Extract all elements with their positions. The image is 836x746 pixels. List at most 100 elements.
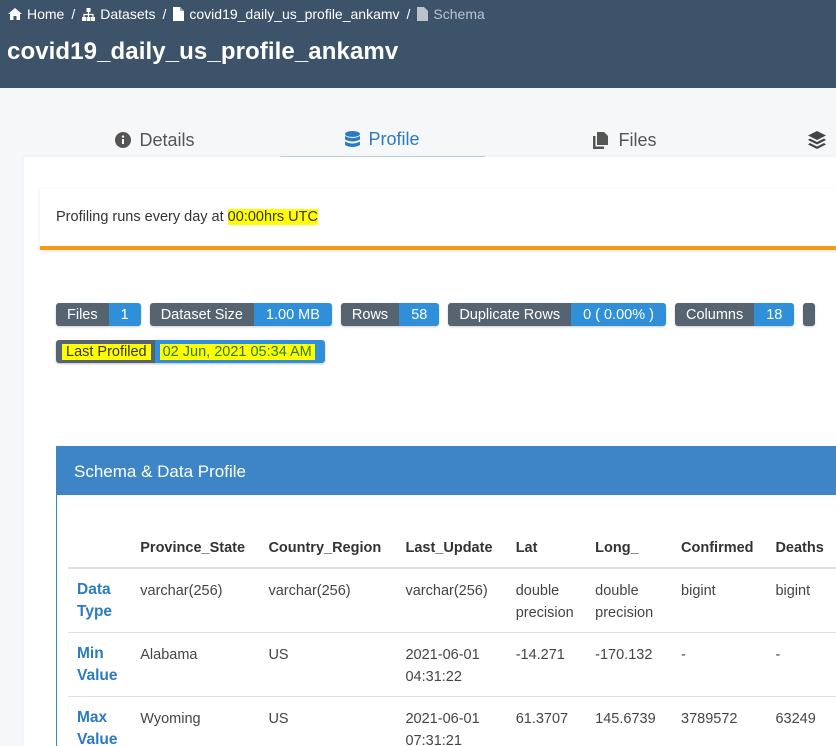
row-header-line: Value [77,731,118,746]
cell-line: double [595,583,639,599]
table-cell: -170.132 [586,632,673,697]
tab-files[interactable]: Files [530,122,720,158]
breadcrumb-home-label: Home [27,6,65,22]
last-profiled-label: Last Profiled [62,343,151,360]
cell-line: 07:31:21 [405,733,462,746]
table-row: Data Type varchar(256) varchar(256) varch… [68,567,836,633]
breadcrumb-datasets-label: Datasets [100,6,156,22]
layers-icon [808,131,826,149]
breadcrumb: Home / Datasets / covid19_daily_us_profi… [8,6,485,22]
tab-profile-label: Profile [368,128,420,149]
stat-value: 58 [399,303,440,326]
breadcrumb-separator: / [162,6,167,22]
stats-badges: Files 1 Dataset Size 1.00 MB Rows 58 Dup… [56,303,816,326]
table-cell: 2021-06-01 04:31:22 [396,632,507,697]
column-header: Confirmed [672,528,767,569]
table-cell: bigint [672,567,767,633]
column-header: Last_Update [396,528,507,569]
file-icon [173,7,185,21]
column-header: Country_Region [259,528,397,569]
stat-badge-rows: Rows 58 [340,303,440,326]
profiling-notice-prefix: Profiling runs every day at [56,209,228,225]
cell-line: 2021-06-01 [405,711,480,727]
profiling-notice-text: Profiling runs every day at 00:00hrs UTC [56,209,318,225]
stat-label: Duplicate Rows [448,303,572,326]
stat-label: Rows [340,303,400,326]
last-profiled-badge: Last Profiled 02 Jun, 2021 05:34 AM [56,340,325,363]
files-icon [593,131,609,149]
stat-badge-dataset-size: Dataset Size 1.00 MB [149,303,332,326]
stat-value: 1 [108,303,141,326]
column-header: Province_State [131,528,260,569]
table-row: Min Value Alabama US 2021-06-01 04:31:22 -… [68,632,836,697]
table-cell: varchar(256) [131,567,260,633]
stat-label: Columns [675,303,755,326]
breadcrumb-current-label: Schema [433,6,485,22]
breadcrumb-separator: / [71,6,76,22]
table-cell: bigint [766,567,836,633]
row-header: Data Type [68,567,132,633]
home-icon [8,8,22,20]
table-cell: -14.271 [506,632,587,697]
row-header-line: Type [77,603,113,620]
row-header-line: Data [77,581,111,598]
row-header-line: Max [77,709,108,726]
stat-value: 0 ( 0.00% ) [571,303,666,326]
schema-profile-table: Province_State Country_Region Last_Updat… [68,528,836,746]
table-cell: 145.6739 [586,696,673,746]
row-header-spacer [68,528,132,569]
cell-line: 2021-06-01 [405,647,480,663]
tab-profile[interactable]: Profile [280,122,485,158]
table-cell: 3789572 [672,696,767,746]
cell-line: 04:31:22 [405,669,462,685]
last-profiled-value: 02 Jun, 2021 05:34 AM [159,343,315,360]
info-circle-icon [115,132,132,148]
breadcrumb-current: Schema [417,6,485,22]
table-cell: US [259,632,397,697]
row-header: Max Value [68,696,132,746]
table-cell: varchar(256) [259,567,397,633]
tab-layers[interactable] [808,122,836,158]
table-cell: Alabama [131,632,260,697]
table-cell: 63249 [766,696,836,746]
table-cell: 61.3707 [506,696,587,746]
row-header: Min Value [68,632,132,697]
breadcrumb-datasets[interactable]: Datasets [82,6,156,22]
header-bar: Home / Datasets / covid19_daily_us_profi… [0,0,836,88]
cell-line: precision [515,605,574,621]
breadcrumb-separator: / [406,6,411,22]
tab-bar: Details Profile Files [0,88,836,158]
tab-files-label: Files [618,129,657,150]
schema-profile-panel-title: Schema & Data Profile [57,447,836,495]
database-icon [345,130,361,147]
profiling-schedule-highlight: 00:00hrs UTC [227,209,318,225]
table-cell: 2021-06-01 07:31:21 [396,696,507,746]
table-cell: Wyoming [131,696,260,746]
column-header: Deaths [766,528,836,569]
cell-line: precision [595,605,654,621]
table-cell: - [766,632,836,697]
table-cell: varchar(256) [396,567,507,633]
breadcrumb-dataset[interactable]: covid19_daily_us_profile_ankamv [173,6,400,22]
stat-badge-duplicate-rows: Duplicate Rows 0 ( 0.00% ) [448,303,666,326]
row-header-line: Value [77,667,118,684]
row-header-line: Min [77,645,104,662]
table-row: Max Value Wyoming US 2021-06-01 07:31:21 6… [68,696,836,746]
stat-value: 1.00 MB [253,303,332,326]
stat-badge-files: Files 1 [56,303,141,326]
stat-label: Files [56,303,109,326]
breadcrumb-home[interactable]: Home [8,6,64,22]
profiling-notice: Profiling runs every day at 00:00hrs UTC [40,189,836,250]
table-cell: - [672,632,767,697]
column-header: Lat [506,528,587,569]
stat-value: 18 [754,303,795,326]
column-header: Long_ [586,528,673,569]
stat-badge-truncated [803,303,816,326]
last-profiled-value-wrap: 02 Jun, 2021 05:34 AM [154,340,325,363]
tab-details[interactable]: Details [60,122,250,158]
stat-label: Dataset Size [149,303,254,326]
sitemap-icon [82,7,96,21]
tab-details-label: Details [139,129,195,150]
stat-badge-columns: Columns 18 [675,303,795,326]
table-header-row: Province_State Country_Region Last_Updat… [68,528,836,569]
